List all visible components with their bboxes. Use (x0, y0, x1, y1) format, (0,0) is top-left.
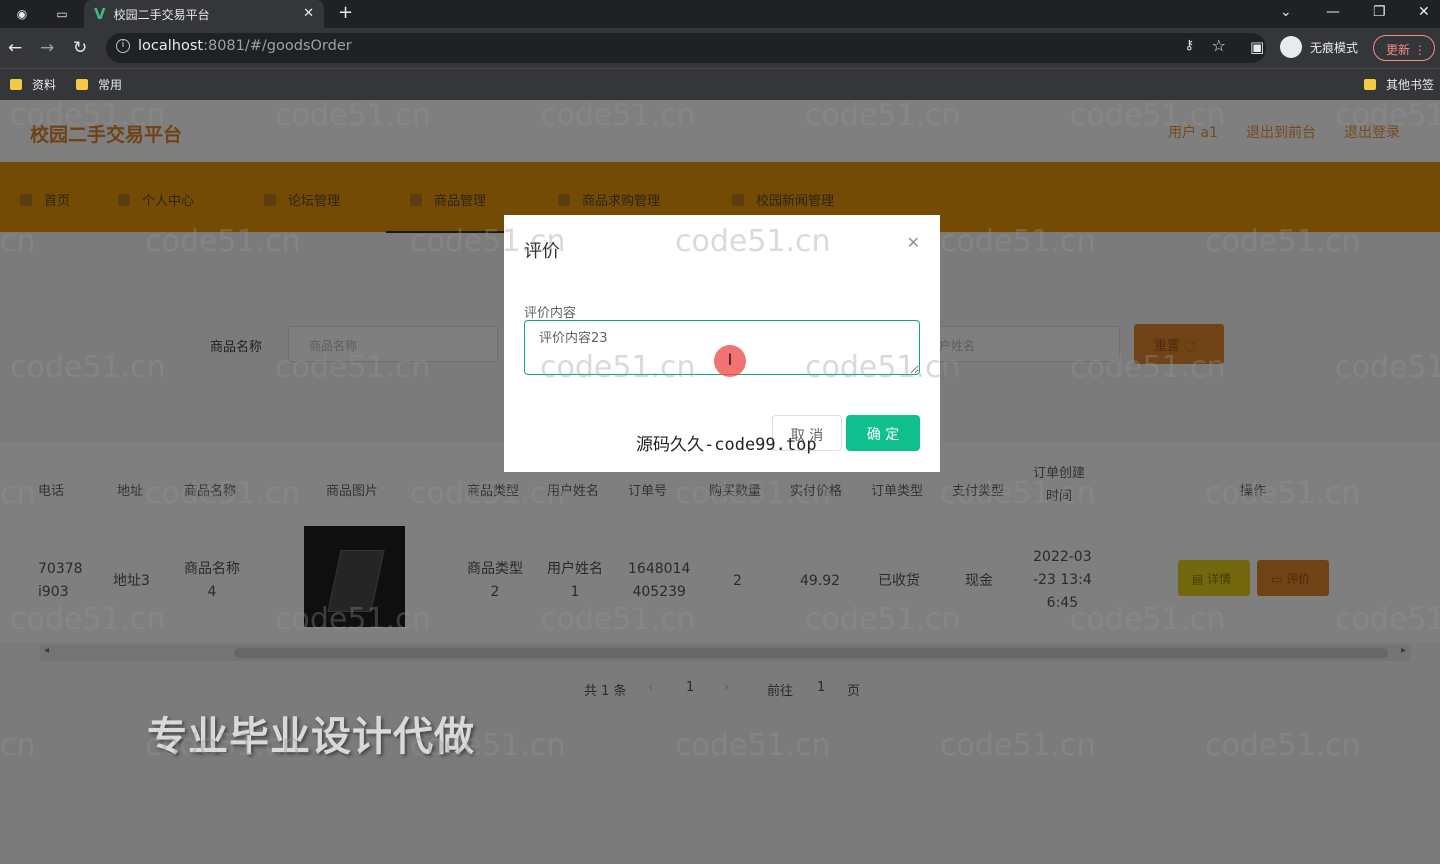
confirm-button[interactable]: 确 定 (846, 415, 920, 451)
key-icon[interactable]: ⚷ (1184, 38, 1194, 53)
url-host: localhost (138, 38, 204, 54)
dialog-close-icon[interactable]: ✕ (907, 233, 920, 252)
bookmark-label: 资料 (32, 78, 57, 92)
update-button[interactable]: 更新 ⋮ (1373, 35, 1435, 61)
dialog-title: 评价 (524, 241, 560, 262)
restore-icon[interactable]: ❐ (1373, 4, 1386, 20)
source-watermark: 源码久久-code99.top (636, 435, 817, 455)
bookmark-label: 常用 (98, 78, 123, 92)
folder-icon (10, 79, 22, 90)
evaluate-content-label: 评价内容 (524, 306, 577, 321)
incognito-icon (1280, 36, 1302, 58)
new-tab-icon[interactable]: + (338, 2, 353, 23)
url-path: :8081/#/goodsOrder (203, 38, 352, 54)
other-bookmarks[interactable]: 其他书签 (1364, 76, 1434, 93)
side-panel-icon[interactable]: ▣ (1250, 38, 1264, 56)
promo-text: 专业毕业设计代做 (147, 714, 475, 760)
tab-list-icon[interactable]: ⌄ (1280, 4, 1292, 20)
back-icon[interactable]: ← (8, 38, 22, 58)
browser-tab[interactable]: V 校园二手交易平台 ✕ (84, 0, 324, 28)
close-window-icon[interactable]: ✕ (1418, 4, 1430, 20)
tab-title: 校园二手交易平台 (113, 7, 210, 22)
tab-search-icon[interactable]: ▭ (52, 4, 72, 24)
bookmark-folder-1[interactable]: 资料 (10, 76, 56, 93)
folder-icon (1364, 79, 1376, 90)
bookmark-folder-2[interactable]: 常用 (76, 76, 122, 93)
url-field[interactable]: i localhost:8081/#/goodsOrder ⚷ ☆ (106, 33, 1266, 63)
vue-logo-icon: V (94, 5, 106, 23)
site-info-icon[interactable]: i (116, 39, 130, 53)
folder-icon (76, 79, 88, 90)
tab-close-icon[interactable]: ✕ (303, 6, 314, 21)
incognito-indicator[interactable]: 无痕模式 (1280, 36, 1358, 58)
bookmark-star-icon[interactable]: ☆ (1212, 36, 1226, 55)
evaluate-dialog: 评价 ✕ 评价内容 评价内容23 I 取 消 确 定 源码久久-code99.t… (504, 215, 940, 472)
minimize-icon[interactable]: — (1326, 4, 1340, 20)
update-label: 更新 (1386, 43, 1411, 57)
reload-icon[interactable]: ↻ (73, 38, 87, 58)
address-bar-row: ← → ↻ i localhost:8081/#/goodsOrder ⚷ ☆ … (0, 28, 1440, 68)
other-bookmarks-label: 其他书签 (1386, 78, 1435, 92)
browser-tab-strip: ◉ ▭ V 校园二手交易平台 ✕ + ⌄ — ❐ ✕ (0, 0, 1440, 28)
forward-icon[interactable]: → (40, 38, 54, 58)
globe-icon[interactable]: ◉ (12, 4, 32, 24)
bookmarks-bar: 资料 常用 其他书签 (0, 68, 1440, 100)
incognito-label: 无痕模式 (1310, 40, 1359, 55)
mouse-cursor-icon: I (714, 345, 746, 377)
